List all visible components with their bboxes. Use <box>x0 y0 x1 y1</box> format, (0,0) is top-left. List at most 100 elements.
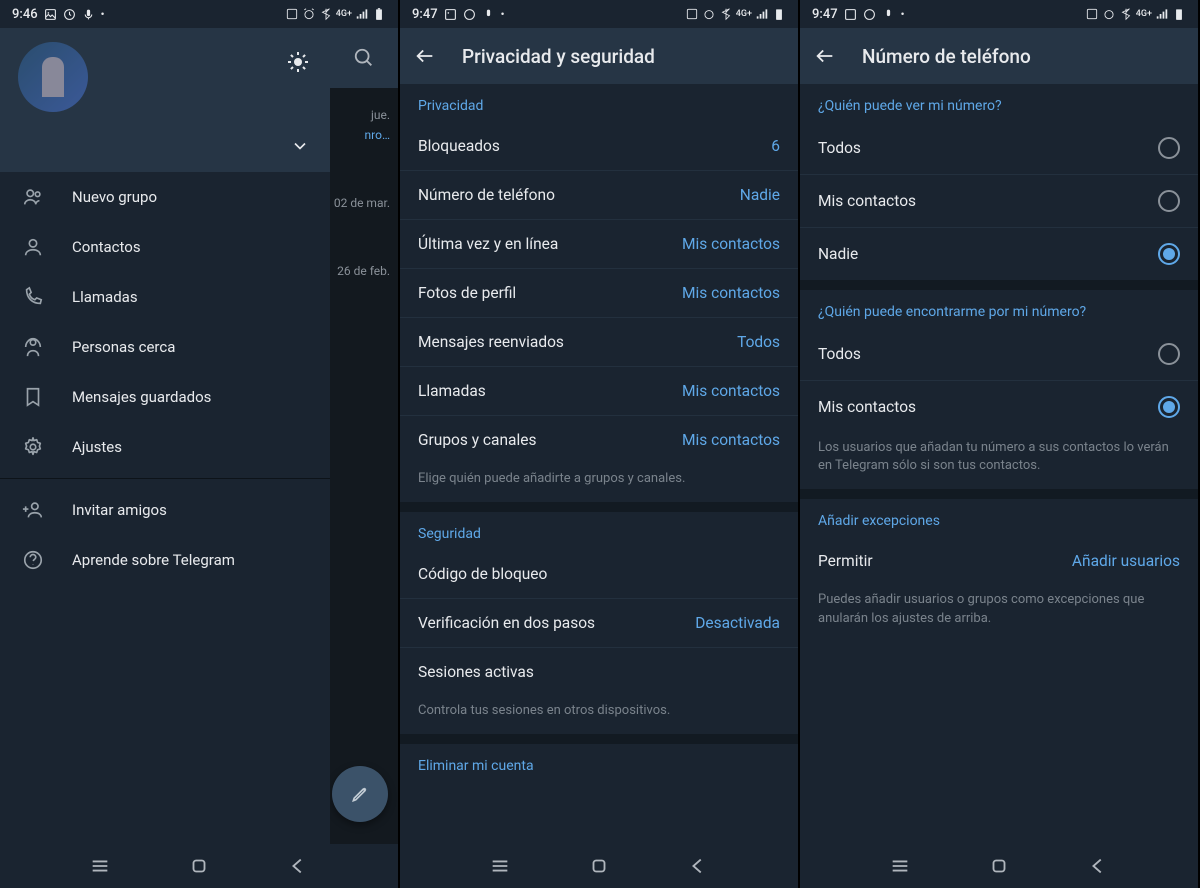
recents-icon[interactable] <box>89 855 111 877</box>
drawer-item-calls[interactable]: Llamadas <box>0 272 330 322</box>
exceptions-hint: Puedes añadir usuarios o grupos como exc… <box>800 585 1198 641</box>
radio-icon <box>1158 190 1180 212</box>
clock-icon <box>463 8 476 21</box>
search-icon <box>353 47 375 69</box>
signal-icon <box>755 7 769 21</box>
location-person-icon <box>22 336 44 358</box>
home-icon[interactable] <box>588 855 610 877</box>
radio-everyone[interactable]: Todos <box>800 122 1198 175</box>
exceptions-header: Añadir excepciones <box>800 499 1198 537</box>
topbar: Privacidad y seguridad <box>400 28 798 84</box>
section-gap <box>400 734 798 744</box>
q2-hint: Los usuarios que añadan tu número a sus … <box>800 433 1198 489</box>
status-time: 9:46 <box>12 7 38 22</box>
navigation-bar <box>0 844 398 888</box>
sun-icon <box>286 50 310 74</box>
radio-icon <box>1158 243 1180 265</box>
q1-header: ¿Quién puede ver mi número? <box>800 84 1198 122</box>
drawer-item-label: Llamadas <box>72 288 138 306</box>
back-icon[interactable] <box>287 855 309 877</box>
drawer-item-contacts[interactable]: Contactos <box>0 222 330 272</box>
battery-icon <box>372 7 386 21</box>
account-switcher[interactable] <box>290 136 310 160</box>
status-bar: 9:46 • 4G+ <box>0 0 398 28</box>
topbar: Número de teléfono <box>800 28 1198 84</box>
radio-icon <box>1158 396 1180 418</box>
theme-toggle[interactable] <box>286 50 310 78</box>
drawer-item-label: Nuevo grupo <box>72 188 157 206</box>
clock-icon <box>863 8 876 21</box>
back-icon[interactable] <box>687 855 709 877</box>
image-icon <box>44 8 57 21</box>
row-passcode[interactable]: Código de bloqueo <box>400 550 798 599</box>
privacy-hint: Elige quién puede añadirte a grupos y ca… <box>400 464 798 502</box>
bookmark-icon <box>22 386 44 408</box>
drawer-item-nearby[interactable]: Personas cerca <box>0 322 330 372</box>
screen-privacy: 9:47 • 4G+ Privacidad y seguridad Privac… <box>400 0 798 888</box>
person-add-icon <box>22 499 44 521</box>
network-icon: 4G+ <box>336 9 352 19</box>
drawer-item-label: Aprende sobre Telegram <box>72 551 235 569</box>
page-title: Privacidad y seguridad <box>462 45 655 68</box>
status-time: 9:47 <box>412 7 438 22</box>
nfc-icon <box>1085 7 1099 21</box>
section-gap <box>800 280 1198 290</box>
radio-contacts[interactable]: Mis contactos <box>800 175 1198 228</box>
back-icon[interactable] <box>1087 855 1109 877</box>
status-bar: 9:47 • 4G+ <box>400 0 798 28</box>
section-security-header: Seguridad <box>400 512 798 550</box>
row-allow[interactable]: PermitirAñadir usuarios <box>800 537 1198 585</box>
nfc-icon <box>685 7 699 21</box>
back-arrow-icon[interactable] <box>814 45 836 67</box>
drawer-item-invite[interactable]: Invitar amigos <box>0 485 330 535</box>
row-photos[interactable]: Fotos de perfilMis contactos <box>400 269 798 318</box>
mic-icon <box>482 8 495 21</box>
drawer-item-help[interactable]: Aprende sobre Telegram <box>0 535 330 585</box>
radio-find-contacts[interactable]: Mis contactos <box>800 381 1198 433</box>
bluetooth-icon <box>1119 7 1133 21</box>
row-phone[interactable]: Número de teléfonoNadie <box>400 171 798 220</box>
section-delete-header: Eliminar mi cuenta <box>400 744 798 782</box>
recents-icon[interactable] <box>889 855 911 877</box>
avatar[interactable] <box>18 42 88 112</box>
help-icon <box>22 549 44 571</box>
person-icon <box>22 236 44 258</box>
bluetooth-icon <box>719 7 733 21</box>
drawer-item-label: Personas cerca <box>72 338 175 356</box>
page-title: Número de teléfono <box>862 45 1031 68</box>
row-calls[interactable]: LlamadasMis contactos <box>400 367 798 416</box>
compose-fab[interactable] <box>332 766 388 822</box>
radio-find-everyone[interactable]: Todos <box>800 328 1198 381</box>
nfc-icon <box>285 7 299 21</box>
drawer-item-new-group[interactable]: Nuevo grupo <box>0 172 330 222</box>
drawer-item-settings[interactable]: Ajustes <box>0 422 330 472</box>
clock-icon <box>63 8 76 21</box>
recents-icon[interactable] <box>489 855 511 877</box>
row-forwarded[interactable]: Mensajes reenviadosTodos <box>400 318 798 367</box>
battery-icon <box>772 7 786 21</box>
group-icon <box>22 186 44 208</box>
back-arrow-icon[interactable] <box>414 45 436 67</box>
row-sessions[interactable]: Sesiones activas <box>400 648 798 696</box>
drawer-item-label: Mensajes guardados <box>72 388 211 406</box>
navigation-bar <box>400 844 798 888</box>
row-groups[interactable]: Grupos y canalesMis contactos <box>400 416 798 464</box>
drawer-item-saved[interactable]: Mensajes guardados <box>0 372 330 422</box>
status-time: 9:47 <box>812 7 838 22</box>
bluetooth-icon <box>319 7 333 21</box>
row-blocked[interactable]: Bloqueados6 <box>400 122 798 171</box>
drawer-item-label: Contactos <box>72 238 141 256</box>
signal-icon <box>355 7 369 21</box>
row-lastseen[interactable]: Última vez y en líneaMis contactos <box>400 220 798 269</box>
pencil-icon <box>350 784 370 804</box>
battery-icon <box>1172 7 1186 21</box>
radio-nobody[interactable]: Nadie <box>800 228 1198 280</box>
mic-icon <box>882 8 895 21</box>
chat-search-area[interactable] <box>330 28 398 88</box>
signal-icon <box>1155 7 1169 21</box>
mic-icon <box>82 8 95 21</box>
home-icon[interactable] <box>988 855 1010 877</box>
drawer-item-label: Ajustes <box>72 438 122 456</box>
home-icon[interactable] <box>188 855 210 877</box>
row-twostep[interactable]: Verificación en dos pasosDesactivada <box>400 599 798 648</box>
